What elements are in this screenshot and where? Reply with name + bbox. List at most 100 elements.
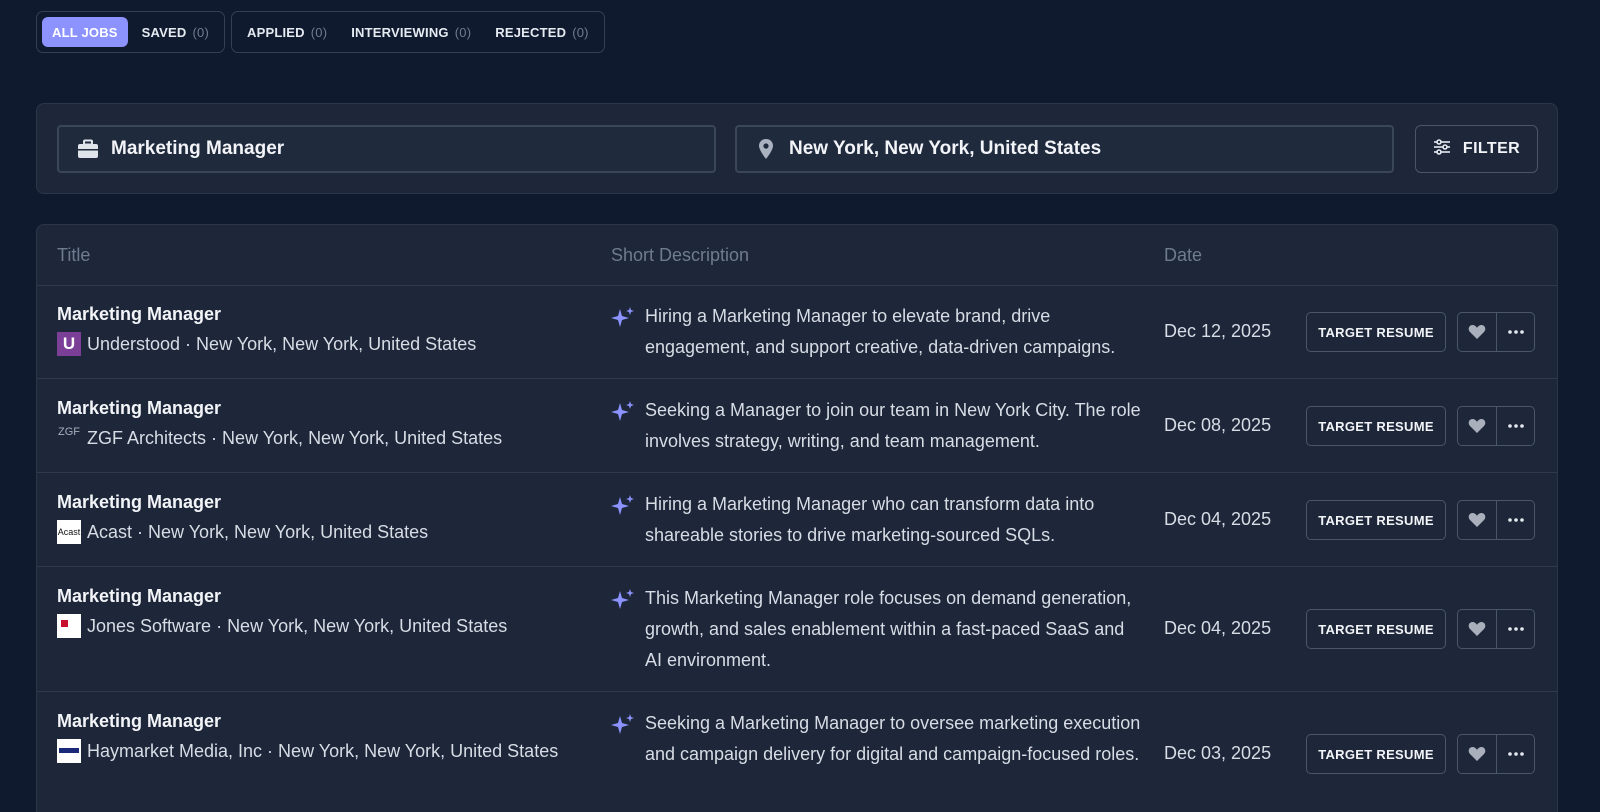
more-icon: [1507, 424, 1524, 428]
company-info: ZGF ZGF Architects · New York, New York,…: [57, 426, 502, 450]
job-title[interactable]: Marketing Manager: [57, 492, 221, 513]
sparkle-icon: [611, 495, 634, 515]
location-input[interactable]: [789, 138, 1349, 160]
tab-all-jobs-label: ALL JOBS: [52, 24, 118, 40]
column-header-description: Short Description: [611, 245, 750, 265]
company-logo: [57, 614, 81, 638]
tab-interviewing-label: INTERVIEWING: [351, 24, 449, 40]
posted-date: Dec 08, 2025: [1164, 415, 1272, 435]
target-resume-button[interactable]: TARGET RESUME: [1306, 734, 1446, 774]
sliders-icon: [1433, 138, 1451, 161]
target-resume-button[interactable]: TARGET RESUME: [1306, 609, 1446, 649]
job-board: ALL JOBS SAVED (0) APPLIED (0) INTERVIEW…: [0, 0, 1600, 812]
company-info: Haymarket Media, Inc · New York, New Yor…: [57, 739, 558, 763]
location-field: [735, 125, 1394, 173]
status-tabs: ALL JOBS SAVED (0) APPLIED (0) INTERVIEW…: [36, 11, 605, 53]
tab-applied-label: APPLIED: [246, 24, 305, 40]
filter-label: FILTER: [1462, 140, 1521, 157]
company-location: ZGF Architects · New York, New York, Uni…: [87, 427, 503, 448]
table-row[interactable]: Marketing Manager U Understood · New Yor…: [37, 286, 1557, 379]
tab-saved[interactable]: SAVED (0): [132, 17, 219, 47]
short-description: Hiring a Marketing Manager to elevate br…: [645, 306, 1116, 357]
more-icon: [1507, 752, 1524, 756]
company-logo: [57, 739, 81, 763]
row-actions: [1457, 609, 1535, 649]
company-logo: ZGF: [58, 426, 80, 438]
tab-applied[interactable]: APPLIED (0): [237, 17, 337, 47]
save-job-button[interactable]: [1458, 313, 1496, 351]
short-description: Seeking a Manager to join our team in Ne…: [645, 400, 1141, 451]
tab-saved-label: SAVED: [141, 24, 187, 40]
company-logo: U: [57, 332, 81, 356]
heart-icon: [1468, 747, 1486, 761]
briefcase-icon: [77, 138, 99, 160]
job-title[interactable]: Marketing Manager: [57, 586, 221, 607]
company-location: Haymarket Media, Inc · New York, New Yor…: [87, 740, 559, 761]
tab-group-pipeline: APPLIED (0) INTERVIEWING (0) REJECTED (0…: [230, 11, 605, 53]
company-location: Jones Software · New York, New York, Uni…: [87, 615, 508, 636]
table-row[interactable]: Marketing Manager Acast Acast · New York…: [37, 473, 1557, 567]
company-info: Jones Software · New York, New York, Uni…: [57, 614, 507, 638]
short-description: This Marketing Manager role focuses on d…: [645, 588, 1132, 670]
table-row[interactable]: Marketing Manager ZGF ZGF Architects · N…: [37, 379, 1557, 473]
more-options-button[interactable]: [1496, 501, 1534, 539]
more-options-button[interactable]: [1496, 313, 1534, 351]
tab-saved-count: (0): [192, 24, 209, 40]
tab-all-jobs[interactable]: ALL JOBS: [42, 17, 128, 47]
filter-button[interactable]: FILTER: [1415, 125, 1538, 173]
table-row[interactable]: Marketing Manager Jones Software · New Y…: [37, 567, 1557, 692]
search-panel: FILTER: [36, 103, 1558, 194]
column-header-date: Date: [1164, 245, 1203, 265]
job-title[interactable]: Marketing Manager: [57, 711, 221, 732]
sparkle-icon: [611, 714, 634, 734]
save-job-button[interactable]: [1458, 735, 1496, 773]
table-header: Title Short Description Date: [37, 225, 1557, 286]
tab-applied-count: (0): [310, 24, 328, 40]
posted-date: Dec 03, 2025: [1164, 743, 1272, 763]
posted-date: Dec 12, 2025: [1164, 321, 1272, 341]
target-resume-button[interactable]: TARGET RESUME: [1306, 500, 1446, 540]
company-logo: Acast: [57, 520, 81, 544]
tab-group-primary: ALL JOBS SAVED (0): [36, 11, 225, 53]
row-actions: [1457, 500, 1535, 540]
save-job-button[interactable]: [1458, 407, 1496, 445]
company-location: Understood · New York, New York, United …: [87, 333, 477, 354]
job-title[interactable]: Marketing Manager: [57, 398, 221, 419]
save-job-button[interactable]: [1458, 501, 1496, 539]
short-description: Seeking a Marketing Manager to oversee m…: [645, 713, 1141, 764]
job-results-table: Title Short Description Date Marketing M…: [36, 224, 1558, 812]
row-actions: [1457, 406, 1535, 446]
more-options-button[interactable]: [1496, 407, 1534, 445]
sparkle-icon: [611, 589, 634, 609]
map-pin-icon: [755, 138, 777, 160]
row-actions: [1457, 312, 1535, 352]
heart-icon: [1468, 622, 1486, 636]
tab-rejected-label: REJECTED: [495, 24, 567, 40]
keyword-field: [57, 125, 716, 173]
company-info: Acast Acast · New York, New York, United…: [57, 520, 428, 544]
tab-rejected-count: (0): [572, 24, 589, 40]
posted-date: Dec 04, 2025: [1164, 618, 1272, 638]
company-info: U Understood · New York, New York, Unite…: [57, 332, 476, 356]
more-options-button[interactable]: [1496, 735, 1534, 773]
more-icon: [1507, 627, 1524, 631]
sparkle-icon: [611, 307, 634, 327]
more-icon: [1507, 330, 1524, 334]
target-resume-button[interactable]: TARGET RESUME: [1306, 312, 1446, 352]
table-row[interactable]: Marketing Manager Haymarket Media, Inc ·…: [37, 692, 1557, 812]
heart-icon: [1468, 325, 1486, 339]
target-resume-button[interactable]: TARGET RESUME: [1306, 406, 1446, 446]
more-icon: [1507, 518, 1524, 522]
posted-date: Dec 04, 2025: [1164, 509, 1272, 529]
keyword-input[interactable]: [111, 138, 671, 160]
tab-interviewing-count: (0): [454, 24, 472, 40]
tab-interviewing[interactable]: INTERVIEWING (0): [341, 17, 481, 47]
more-options-button[interactable]: [1496, 610, 1534, 648]
tab-rejected[interactable]: REJECTED (0): [485, 17, 598, 47]
company-location: Acast · New York, New York, United State…: [87, 521, 429, 542]
save-job-button[interactable]: [1458, 610, 1496, 648]
row-actions: [1457, 734, 1535, 774]
job-title[interactable]: Marketing Manager: [57, 304, 221, 325]
short-description: Hiring a Marketing Manager who can trans…: [645, 494, 1095, 545]
heart-icon: [1468, 513, 1486, 527]
